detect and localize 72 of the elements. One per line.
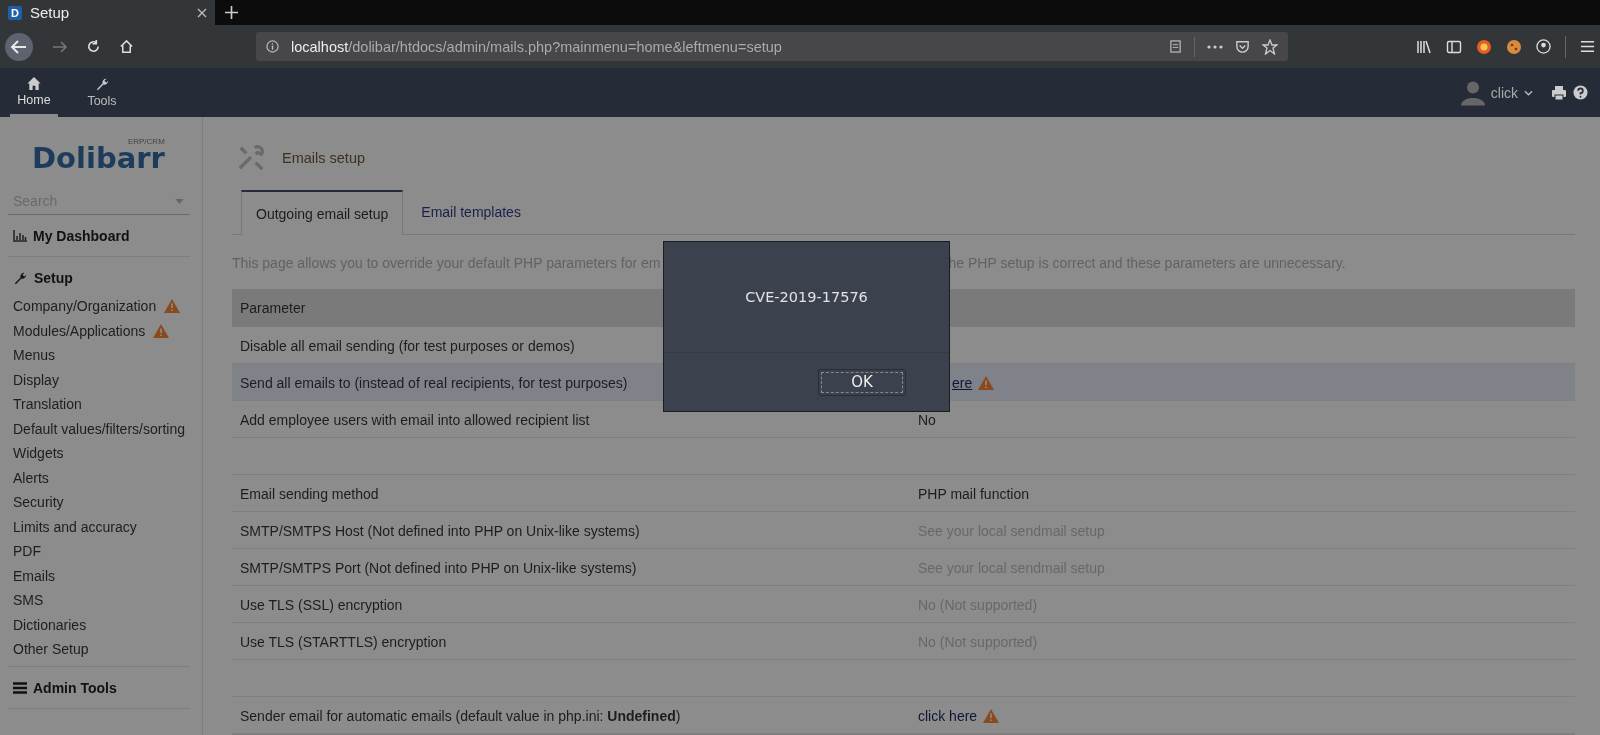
table-cell: Email sending method bbox=[240, 485, 379, 502]
table-cell: Use TLS (SSL) encryption bbox=[240, 596, 403, 613]
column-header: Parameter bbox=[240, 300, 306, 316]
pocket-icon[interactable] bbox=[1235, 39, 1250, 54]
star-icon[interactable] bbox=[1262, 38, 1278, 55]
menu-link[interactable]: Emails bbox=[13, 567, 55, 584]
back-icon[interactable] bbox=[4, 31, 34, 62]
menu-link[interactable]: Widgets bbox=[13, 445, 64, 462]
table-cell: Use TLS (STARTTLS) encryption bbox=[240, 633, 447, 650]
tab[interactable]: Email templates bbox=[407, 190, 535, 234]
menu-link[interactable]: Other Setup bbox=[13, 641, 89, 658]
sidebar-icon[interactable] bbox=[1446, 38, 1462, 55]
info-icon bbox=[266, 40, 279, 53]
close-icon[interactable] bbox=[197, 7, 207, 18]
menu-link[interactable]: Display bbox=[13, 371, 59, 388]
home-icon bbox=[26, 75, 42, 91]
browser-tab[interactable]: D Setup bbox=[0, 0, 215, 25]
menu-link[interactable]: Menus bbox=[13, 347, 56, 364]
page-title: Emails setup bbox=[282, 150, 365, 166]
table-cell: Disable all email sending (for test purposes or demos) bbox=[240, 337, 575, 354]
menu-icon[interactable] bbox=[1580, 39, 1595, 54]
wrench-icon bbox=[94, 77, 110, 92]
menu-link[interactable]: Modules/Applications bbox=[13, 322, 146, 339]
dialog-message: CVE-2019-17576 bbox=[744, 288, 869, 307]
caret-icon bbox=[1524, 89, 1533, 96]
tools-icon bbox=[236, 144, 266, 172]
table-cell: Sender email for automatic emails (default value in php.ini: Undefined) bbox=[240, 707, 681, 724]
site-favicon: D bbox=[8, 5, 22, 20]
menu-section[interactable]: Setup bbox=[8, 257, 190, 294]
table-cell: PHP mail function bbox=[918, 485, 1029, 502]
menu-link[interactable]: Translation bbox=[13, 396, 82, 413]
table-cell: SMTP/SMTPS Port (Not defined into PHP on Unix-like systems) bbox=[240, 559, 637, 576]
menu-link[interactable]: Security bbox=[13, 494, 64, 511]
user-avatar-icon bbox=[1460, 79, 1485, 106]
table-cell: SMTP/SMTPS Host (Not defined into PHP on Unix-like systems) bbox=[240, 522, 640, 539]
menu-link[interactable]: PDF bbox=[13, 543, 41, 560]
user-menu[interactable]: click bbox=[1490, 84, 1518, 101]
url-text: localhost/dolibar/htdocs/admin/mails.php?mainmenu=home&leftmenu=setup bbox=[291, 38, 782, 55]
link[interactable]: ere bbox=[952, 374, 973, 391]
table-cell: Add employee users with email into allowed recipient list bbox=[240, 411, 590, 428]
extension-icon[interactable] bbox=[1476, 38, 1492, 55]
print-icon[interactable] bbox=[1551, 84, 1567, 101]
wrench-icon bbox=[13, 270, 28, 286]
help-icon[interactable] bbox=[1573, 85, 1588, 100]
reader-view-icon[interactable] bbox=[1169, 40, 1182, 53]
forward-icon[interactable] bbox=[52, 38, 68, 55]
chart-icon bbox=[13, 230, 27, 242]
menu-link[interactable]: Default values/filters/sorting bbox=[13, 420, 185, 437]
home-icon[interactable] bbox=[119, 39, 134, 54]
library-icon[interactable] bbox=[1416, 38, 1432, 55]
reload-icon[interactable] bbox=[86, 39, 101, 54]
menu-link[interactable]: Dictionaries bbox=[13, 616, 87, 633]
menu-link[interactable]: Limits and accuracy bbox=[13, 518, 137, 535]
link[interactable]: click here bbox=[918, 707, 978, 724]
top-menu-item[interactable]: Home bbox=[10, 68, 58, 117]
more-icon[interactable] bbox=[1207, 44, 1223, 49]
dropdown-icon bbox=[175, 198, 184, 204]
menu-link[interactable]: SMS bbox=[13, 592, 44, 609]
menu-section[interactable]: My Dashboard bbox=[8, 215, 190, 252]
cookie-icon[interactable] bbox=[1506, 38, 1522, 55]
table-cell: No bbox=[918, 411, 936, 428]
ok-button[interactable]: OK bbox=[818, 368, 906, 396]
new-tab-icon[interactable] bbox=[225, 6, 238, 19]
menu-link[interactable]: Company/Organization bbox=[13, 298, 157, 315]
menu-link[interactable]: Alerts bbox=[13, 469, 49, 486]
list-icon bbox=[13, 681, 27, 694]
menu-section[interactable]: Admin Tools bbox=[8, 666, 190, 704]
account-icon[interactable] bbox=[1536, 39, 1551, 54]
top-menu-item[interactable]: Tools bbox=[78, 68, 126, 117]
tab[interactable]: Outgoing email setup bbox=[241, 190, 404, 235]
table-cell: Send all emails to (instead of real recipients, for test purposes) bbox=[240, 374, 628, 391]
address-bar[interactable]: localhost/dolibar/htdocs/admin/mails.php?mainmenu=home&leftmenu=setup bbox=[256, 32, 1288, 61]
